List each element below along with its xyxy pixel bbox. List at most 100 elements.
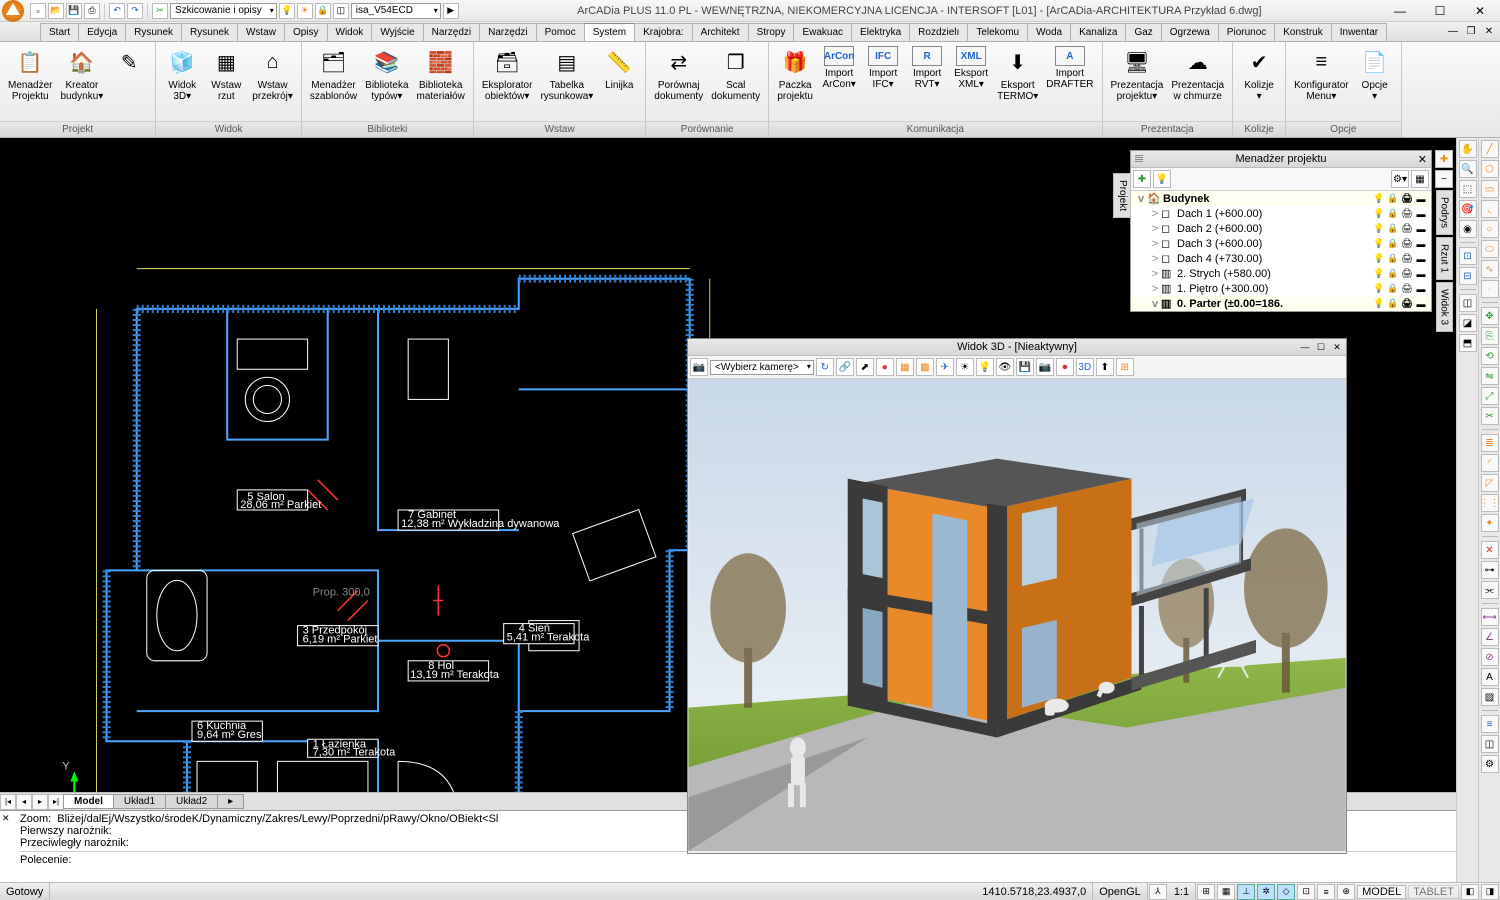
- color-icon[interactable]: ▬: [1415, 208, 1427, 220]
- bulb-icon[interactable]: 💡: [1373, 253, 1385, 265]
- qat-bulb-icon[interactable]: 💡: [279, 3, 295, 19]
- podrys-tab[interactable]: Podrys: [1436, 190, 1453, 235]
- mod-rotate-icon[interactable]: ⟲: [1481, 347, 1499, 365]
- ribbon-button[interactable]: ☁Prezentacja w chmurze: [1167, 44, 1228, 104]
- tool-a-icon[interactable]: ⊡: [1459, 247, 1477, 265]
- ribbon-button[interactable]: ⇄Porównaj dokumenty: [650, 44, 707, 104]
- layout-next-icon[interactable]: ▸: [32, 794, 48, 810]
- print-icon[interactable]: 🖨: [1401, 298, 1413, 310]
- print-icon[interactable]: 🖨: [1401, 208, 1413, 220]
- osnap-toggle[interactable]: ◇: [1277, 884, 1295, 900]
- ribbon-tab[interactable]: Telekomu: [967, 23, 1028, 41]
- pm-tree[interactable]: v🏠Budynek💡🔒🖨▬>◻Dach 1 (+600.00)💡🔒🖨▬>◻Dac…: [1131, 191, 1431, 311]
- tool-3d-icon[interactable]: ◉: [1459, 220, 1477, 238]
- draw-ellipse-icon[interactable]: ⬭: [1481, 240, 1499, 258]
- lwt-toggle[interactable]: ≡: [1317, 884, 1335, 900]
- cmd-close-icon[interactable]: ✕: [2, 813, 14, 825]
- tool-c-icon[interactable]: ◫: [1459, 294, 1477, 312]
- ribbon-tab[interactable]: Ogrzewa: [1161, 23, 1219, 41]
- mod-trim-icon[interactable]: ✂: [1481, 407, 1499, 425]
- pm-side-tab[interactable]: Projekt: [1113, 173, 1131, 218]
- v3d-grid1-icon[interactable]: ▦: [896, 358, 914, 376]
- expand-icon[interactable]: >: [1149, 223, 1161, 235]
- ribbon-tab[interactable]: Woda: [1027, 23, 1071, 41]
- lock-icon[interactable]: 🔒: [1387, 208, 1399, 220]
- mdi-close-icon[interactable]: ✕: [1482, 24, 1496, 38]
- qat-open-icon[interactable]: 📂: [48, 3, 64, 19]
- bulb-icon[interactable]: 💡: [1373, 298, 1385, 310]
- v3d-maximize-icon[interactable]: ☐: [1314, 340, 1328, 354]
- tool-zoom-icon[interactable]: 🔍: [1459, 160, 1477, 178]
- project-manager-panel[interactable]: Projekt Menadżer projektu ✕ ✚ 💡 ⚙▾ ▦ v🏠B…: [1130, 150, 1432, 312]
- qat-new-icon[interactable]: ▫: [30, 3, 46, 19]
- draw-circle-icon[interactable]: ○: [1481, 220, 1499, 238]
- ribbon-button[interactable]: 🎁Paczka projektu: [773, 44, 817, 104]
- qat-sun-icon[interactable]: ☀: [297, 3, 313, 19]
- ribbon-button[interactable]: ✔Kolizje ▾: [1237, 44, 1281, 104]
- polar-toggle[interactable]: ✲: [1257, 884, 1275, 900]
- ribbon-tab[interactable]: Stropy: [748, 23, 795, 41]
- bulb-icon[interactable]: 💡: [1373, 208, 1385, 220]
- mod-copy-icon[interactable]: ⎘: [1481, 327, 1499, 345]
- qat-sketch-combo[interactable]: Szkicowanie i opisy: [170, 3, 277, 19]
- draw-arc-icon[interactable]: ◟: [1481, 200, 1499, 218]
- mod-array-icon[interactable]: ⋮⋮: [1481, 494, 1499, 512]
- draw-poly-icon[interactable]: ⬡: [1481, 160, 1499, 178]
- color-icon[interactable]: ▬: [1415, 268, 1427, 280]
- status-model[interactable]: MODEL: [1357, 885, 1406, 899]
- ribbon-tab[interactable]: Rysunek: [181, 23, 238, 41]
- print-icon[interactable]: 🖨: [1401, 238, 1413, 250]
- qat-sketch-icon[interactable]: ✂: [152, 3, 168, 19]
- ribbon-button[interactable]: 🗂Menadżer szablonów: [306, 44, 361, 104]
- tree-row[interactable]: >◻Dach 2 (+600.00)💡🔒🖨▬: [1131, 221, 1431, 236]
- widok-tab[interactable]: Widok 3: [1436, 282, 1453, 332]
- tree-row[interactable]: >◻Dach 1 (+600.00)💡🔒🖨▬: [1131, 206, 1431, 221]
- qat-layer-icon[interactable]: ◫: [333, 3, 349, 19]
- ribbon-tab[interactable]: Wstaw: [237, 23, 285, 41]
- ribbon-tab[interactable]: Opisy: [284, 23, 328, 41]
- ribbon-tab[interactable]: Pomoc: [536, 23, 585, 41]
- bulb-icon[interactable]: 💡: [1373, 268, 1385, 280]
- draw-rect-icon[interactable]: ▭: [1481, 180, 1499, 198]
- mod-move-icon[interactable]: ✥: [1481, 307, 1499, 325]
- minus-icon[interactable]: −: [1435, 170, 1453, 188]
- bulb-icon[interactable]: 💡: [1373, 238, 1385, 250]
- tree-row[interactable]: >▥2. Strych (+580.00)💡🔒🖨▬: [1131, 266, 1431, 281]
- text-icon[interactable]: A: [1481, 668, 1499, 686]
- mod-fillet-icon[interactable]: ◜: [1481, 454, 1499, 472]
- tool-e-icon[interactable]: ⬒: [1459, 334, 1477, 352]
- expand-icon[interactable]: >: [1149, 283, 1161, 295]
- v3d-cam2-icon[interactable]: 📷: [1036, 358, 1054, 376]
- ribbon-button[interactable]: ▤Tabelka rysunkowa▾: [536, 44, 597, 104]
- ribbon-tab[interactable]: Elektryka: [851, 23, 910, 41]
- draw-spline-icon[interactable]: ∿: [1481, 260, 1499, 278]
- ribbon-button[interactable]: 🧊Widok 3D▾: [160, 44, 204, 104]
- ribbon-button[interactable]: 🖥Prezentacja projektu▾: [1107, 44, 1168, 104]
- status-ucs-icon[interactable]: ⅄: [1149, 884, 1167, 900]
- v3d-ball-icon[interactable]: ●: [876, 358, 894, 376]
- qat-file-combo[interactable]: isa_V54ECD: [351, 3, 441, 19]
- ribbon-button[interactable]: ✎: [107, 44, 151, 82]
- grid-toggle[interactable]: ▦: [1217, 884, 1235, 900]
- tool-d-icon[interactable]: ◪: [1459, 314, 1477, 332]
- app-logo-icon[interactable]: [2, 0, 24, 22]
- ribbon-button[interactable]: ▦Wstaw rzut: [204, 44, 248, 104]
- layout-prev-icon[interactable]: ◂: [16, 794, 32, 810]
- v3d-refresh-icon[interactable]: ↻: [816, 358, 834, 376]
- ribbon-tab[interactable]: Rozdzielı: [909, 23, 968, 41]
- tool-hand-icon[interactable]: ✋: [1459, 140, 1477, 158]
- ribbon-tab[interactable]: Narzędzi: [479, 23, 536, 41]
- minimize-button[interactable]: —: [1380, 0, 1420, 22]
- ribbon-tab[interactable]: Start: [40, 23, 79, 41]
- status-x2-icon[interactable]: ◨: [1481, 884, 1499, 900]
- v3d-minimize-icon[interactable]: —: [1298, 340, 1312, 354]
- mod-scale-icon[interactable]: ⤢: [1481, 387, 1499, 405]
- lock-icon[interactable]: 🔒: [1387, 238, 1399, 250]
- ribbon-button[interactable]: ❐Scal dokumenty: [707, 44, 764, 104]
- ribbon-button[interactable]: 📋Menadżer Projektu: [4, 44, 56, 104]
- ribbon-button[interactable]: AImport DRAFTER: [1042, 44, 1097, 92]
- qat-play-icon[interactable]: ▶: [443, 3, 459, 19]
- bulb-icon[interactable]: 💡: [1373, 283, 1385, 295]
- print-icon[interactable]: 🖨: [1401, 283, 1413, 295]
- ribbon-button[interactable]: ⬇Eksport TERMO▾: [993, 44, 1042, 104]
